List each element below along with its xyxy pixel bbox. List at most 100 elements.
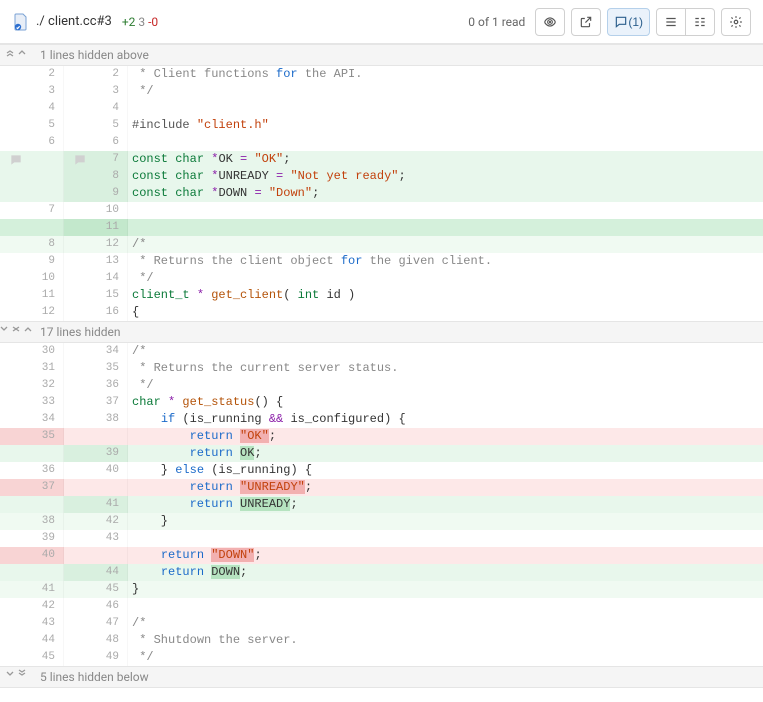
comment-gutter[interactable] [0,615,32,632]
comment-gutter[interactable] [0,185,32,202]
code-line[interactable]: 4347/* [0,615,763,632]
comment-gutter[interactable] [64,168,96,185]
comment-gutter[interactable] [64,632,96,649]
comment-gutter[interactable] [64,287,96,304]
comment-gutter[interactable] [64,530,96,547]
comment-gutter[interactable] [64,564,96,581]
comment-gutter[interactable] [64,83,96,100]
code-line[interactable]: 4448 * Shutdown the server. [0,632,763,649]
comment-gutter[interactable] [0,134,32,151]
code-line[interactable]: 4549 */ [0,649,763,666]
comment-gutter[interactable] [64,598,96,615]
comments-button[interactable]: (1) [607,8,650,36]
comment-gutter[interactable] [64,377,96,394]
comment-gutter[interactable] [0,581,32,598]
code-line[interactable]: 3842 } [0,513,763,530]
comment-gutter[interactable] [0,411,32,428]
split-view-button[interactable] [685,8,715,36]
code-line[interactable]: 55#include "client.h" [0,117,763,134]
comment-gutter[interactable] [0,649,32,666]
settings-button[interactable] [721,8,751,36]
code-line[interactable]: 3337char * get_status() { [0,394,763,411]
comment-gutter[interactable] [64,581,96,598]
code-line[interactable]: 1115client_t * get_client( int id ) [0,287,763,304]
comment-gutter[interactable] [0,66,32,83]
comment-gutter[interactable] [0,479,32,496]
code-line[interactable]: 8const char *UNREADY = "Not yet ready"; [0,168,763,185]
comment-gutter[interactable] [0,360,32,377]
comment-gutter[interactable] [64,185,96,202]
code-line[interactable]: 812/* [0,236,763,253]
comment-gutter[interactable] [0,202,32,219]
code-line[interactable]: 3034/* [0,343,763,360]
comment-gutter[interactable] [64,343,96,360]
comment-gutter[interactable] [64,253,96,270]
comment-gutter[interactable] [64,219,96,236]
comment-gutter[interactable] [0,304,32,321]
code-line[interactable]: 1014 */ [0,270,763,287]
code-line[interactable]: 3943 [0,530,763,547]
code-line[interactable]: 7const char *OK = "OK"; [0,151,763,168]
comment-gutter[interactable] [0,253,32,270]
code-line[interactable]: 44 return DOWN; [0,564,763,581]
comment-gutter[interactable] [0,496,32,513]
code-line[interactable]: 37 return "UNREADY"; [0,479,763,496]
unified-view-button[interactable] [656,8,686,36]
comment-gutter[interactable] [0,83,32,100]
code-line[interactable]: 4145} [0,581,763,598]
comment-gutter[interactable] [64,66,96,83]
code-line[interactable]: 3438 if (is_running && is_configured) { [0,411,763,428]
comment-gutter[interactable] [0,287,32,304]
comment-gutter[interactable] [0,462,32,479]
code-line[interactable]: 66 [0,134,763,151]
comment-gutter[interactable] [0,168,32,185]
comment-gutter[interactable] [0,343,32,360]
comment-gutter[interactable] [0,236,32,253]
expand-all-up-icon[interactable] [5,47,15,64]
code-line[interactable]: 3640 } else (is_running) { [0,462,763,479]
code-line[interactable]: 9const char *DOWN = "Down"; [0,185,763,202]
code-line[interactable]: 3236 */ [0,377,763,394]
code-line[interactable]: 39 return OK; [0,445,763,462]
expand-all-down-icon[interactable] [17,669,27,686]
comment-gutter[interactable] [64,547,96,564]
comment-gutter[interactable] [64,202,96,219]
comment-gutter[interactable] [0,100,32,117]
comment-gutter[interactable] [0,513,32,530]
comment-gutter[interactable] [64,462,96,479]
code-line[interactable]: 33 */ [0,83,763,100]
comment-gutter[interactable] [64,649,96,666]
mark-read-button[interactable] [535,8,565,36]
code-line[interactable]: 11 [0,219,763,236]
expand-up-icon[interactable] [17,47,27,64]
comment-gutter[interactable] [64,479,96,496]
comment-gutter[interactable] [64,236,96,253]
comment-gutter[interactable] [0,394,32,411]
comment-gutter[interactable] [64,445,96,462]
comment-gutter[interactable] [0,219,32,236]
code-line[interactable]: 44 [0,100,763,117]
expand-both-icon[interactable] [11,324,21,341]
code-line[interactable]: 41 return UNREADY; [0,496,763,513]
code-line[interactable]: 40 return "DOWN"; [0,547,763,564]
comment-gutter[interactable] [64,100,96,117]
comment-gutter[interactable] [0,117,32,134]
code-line[interactable]: 913 * Returns the client object for the … [0,253,763,270]
code-line[interactable]: 4246 [0,598,763,615]
comment-gutter[interactable] [64,134,96,151]
code-line[interactable]: 35 return "OK"; [0,428,763,445]
comment-gutter[interactable] [64,394,96,411]
code-line[interactable]: 1216{ [0,304,763,321]
comment-gutter[interactable] [0,530,32,547]
comment-gutter[interactable] [0,632,32,649]
comment-gutter[interactable] [64,360,96,377]
comment-gutter[interactable] [64,496,96,513]
code-line[interactable]: 3135 * Returns the current server status… [0,360,763,377]
comment-gutter[interactable] [64,117,96,134]
filename[interactable]: ./ client.cc#3 [36,14,112,29]
comment-gutter[interactable] [64,151,96,168]
comment-gutter[interactable] [0,151,32,168]
comment-gutter[interactable] [64,270,96,287]
expand-down-icon[interactable] [0,324,9,341]
comment-gutter[interactable] [64,411,96,428]
